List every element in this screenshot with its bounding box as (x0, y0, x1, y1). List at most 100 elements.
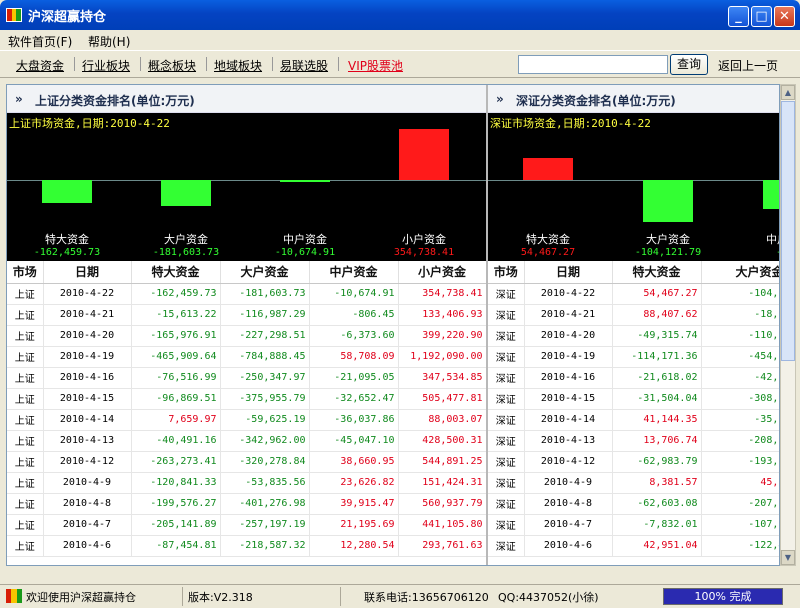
table-cell: 深证 (488, 325, 525, 347)
table-row[interactable]: 深证2010-4-16-21,618.02-42,399.57 (488, 367, 779, 389)
table-row[interactable]: 上证 2010-4-20 -165,976.91 -227,298.51 -6,373.… (7, 325, 486, 347)
maximize-button[interactable]: □ (751, 6, 772, 27)
table-row[interactable]: 深证2010-4-2254,467.27-104,121.79 (488, 283, 779, 305)
table-cell: 2010-4-6 (43, 535, 132, 557)
bar-value-label: 354,738.41 (393, 247, 455, 258)
table-cell: 2010-4-20 (43, 325, 132, 347)
column-header[interactable]: 大户资金 (701, 261, 779, 284)
table-cell: -375,955.79 (220, 388, 310, 410)
table-row[interactable]: 深证2010-4-1441,144.35-35,745.63 (488, 409, 779, 431)
search-input[interactable] (518, 55, 668, 74)
table-cell: 深证 (488, 346, 525, 368)
nav-industry-sector[interactable]: 行业板块 (82, 57, 130, 74)
table-cell: -250,347.97 (220, 367, 310, 389)
table-cell: 560,937.79 (398, 493, 486, 515)
table-cell: 23,626.82 (309, 472, 399, 494)
table-cell: -120,841.33 (131, 472, 221, 494)
table-cell: 2010-4-9 (524, 472, 613, 494)
table-row[interactable]: 深证2010-4-12-62,983.79-193,014.49 (488, 451, 779, 473)
column-header[interactable]: 中户资金 (309, 261, 399, 284)
phone-text: 联系电话:13656706120 (364, 591, 489, 604)
table-row[interactable]: 上证 2010-4-12 -263,273.41 -320,278.84 38,660.… (7, 451, 486, 473)
table-cell: 深证 (488, 514, 525, 536)
table-row[interactable]: 上证 2010-4-16 -76,516.99 -250,347.97 -21,095.… (7, 367, 486, 389)
table-row[interactable]: 上证 2010-4-9 -120,841.33 -53,835.56 23,626.82… (7, 472, 486, 494)
table-row[interactable]: 上证 2010-4-22 -162,459.73 -181,603.73 -10,674… (7, 283, 486, 305)
shenzhen-panel: » 深证分类资金排名(单位:万元) 深证市场资金,日期:2010-4-22 特大… (488, 85, 779, 565)
table-cell: -122,475.57 (701, 535, 779, 557)
table-cell: 2010-4-14 (524, 409, 613, 431)
table-cell: -15,613.22 (131, 304, 221, 326)
table-row[interactable]: 上证 2010-4-7 -205,141.89 -257,197.19 21,195.6… (7, 514, 486, 536)
column-header[interactable]: 特大资金 (131, 261, 221, 284)
table-cell: -76,516.99 (131, 367, 221, 389)
table-cell: -165,976.91 (131, 325, 221, 347)
table-row[interactable]: 深证2010-4-1313,706.74-208,675.13 (488, 430, 779, 452)
chart-title: 深证市场资金,日期:2010-4-22 (490, 117, 651, 130)
table-row[interactable]: 上证 2010-4-14 7,659.97 -59,625.19 -36,037.86 8… (7, 409, 486, 431)
scroll-thumb[interactable] (781, 101, 795, 361)
nav-stock-picker[interactable]: 易联选股 (280, 57, 328, 74)
table-row[interactable]: 深证2010-4-8-62,603.08-207,249.26 (488, 493, 779, 515)
column-header[interactable]: 特大资金 (612, 261, 702, 284)
vertical-scrollbar[interactable]: ▲ ▼ (780, 84, 796, 566)
table-row[interactable]: 深证2010-4-642,951.04-122,475.57 (488, 535, 779, 557)
table-cell: 2010-4-19 (43, 346, 132, 368)
table-row[interactable]: 上证 2010-4-19 -465,909.64 -784,888.45 58,708.… (7, 346, 486, 368)
column-header[interactable]: 小户资金 (398, 261, 486, 284)
table-row[interactable]: 深证2010-4-15-31,504.04-308,761.57 (488, 388, 779, 410)
close-button[interactable]: ✕ (774, 6, 795, 27)
column-header[interactable]: 大户资金 (220, 261, 310, 284)
toolbar: 大盘资金 行业板块 概念板块 地域板块 易联选股 VIP股票池 查询 返回上一页 (0, 50, 800, 78)
table-cell: 441,105.80 (398, 514, 486, 536)
table-row[interactable]: 深证2010-4-20-49,315.74-110,155.29 (488, 325, 779, 347)
nav-region-sector[interactable]: 地域板块 (214, 57, 262, 74)
table-cell: 7,659.97 (131, 409, 221, 431)
table-row[interactable]: 深证2010-4-98,381.5745,360.34 (488, 472, 779, 494)
query-button[interactable]: 查询 (670, 54, 708, 75)
scroll-up-icon[interactable]: ▲ (781, 85, 795, 100)
table-cell: -116,987.29 (220, 304, 310, 326)
table-row[interactable]: 深证2010-4-2188,407.62-18,306.53 (488, 304, 779, 326)
column-header[interactable]: 日期 (43, 261, 132, 284)
menu-bar: 软件首页(F) 帮助(H) (0, 30, 800, 50)
table-cell: 399,220.90 (398, 325, 486, 347)
menu-item-help[interactable]: 帮助(H) (88, 33, 130, 50)
table-cell: -21,618.02 (612, 367, 702, 389)
status-divider (340, 587, 341, 606)
back-button[interactable]: 返回上一页 (718, 57, 778, 74)
nav-concept-sector[interactable]: 概念板块 (148, 57, 196, 74)
table-cell: -53,835.56 (220, 472, 310, 494)
column-header[interactable]: 市场 (488, 261, 525, 284)
column-header[interactable]: 日期 (524, 261, 613, 284)
table-cell: -193,014.49 (701, 451, 779, 473)
app-icon (6, 8, 22, 22)
table-row[interactable]: 上证 2010-4-15 -96,869.51 -375,955.79 -32,652.… (7, 388, 486, 410)
title-bar: 沪深超赢持仓 _ □ ✕ (0, 0, 800, 30)
table-cell: 深证 (488, 451, 525, 473)
nav-market-funds[interactable]: 大盘资金 (16, 57, 64, 74)
table-row[interactable]: 上证 2010-4-21 -15,613.22 -116,987.29 -806.45 1… (7, 304, 486, 326)
bar-category-label: 特大资金 (526, 233, 570, 246)
table-cell: 上证 (7, 472, 44, 494)
scroll-down-icon[interactable]: ▼ (781, 550, 795, 565)
table-row[interactable]: 深证2010-4-19-114,171.36-454,641.14 (488, 346, 779, 368)
menu-item-home[interactable]: 软件首页(F) (8, 33, 72, 50)
version-text: 版本:V2.318 (188, 591, 253, 604)
minimize-button[interactable]: _ (728, 6, 749, 27)
bar-category-label: 中户资金 (283, 233, 327, 246)
table-row[interactable]: 上证 2010-4-6 -87,454.81 -218,587.32 12,280.54… (7, 535, 486, 557)
shanghai-funds-table: 市场 日期 特大资金 大户资金 中户资金 小户资金 上证 2010-4-22 -162,459… (7, 261, 486, 557)
table-cell: -107,975.57 (701, 514, 779, 536)
status-divider (182, 587, 183, 606)
table-cell: 2010-4-13 (43, 430, 132, 452)
table-row[interactable]: 上证 2010-4-8 -199,576.27 -401,276.98 39,915.4… (7, 493, 486, 515)
table-cell: 2010-4-22 (43, 283, 132, 305)
table-cell: 上证 (7, 325, 44, 347)
nav-vip-stock-pool[interactable]: VIP股票池 (348, 57, 403, 74)
column-header[interactable]: 市场 (7, 261, 44, 284)
bar-category-label: 大户资金 (164, 233, 208, 246)
table-row[interactable]: 深证2010-4-7-7,832.01-107,975.57 (488, 514, 779, 536)
table-row[interactable]: 上证 2010-4-13 -40,491.16 -342,962.00 -45,047.… (7, 430, 486, 452)
table-cell: 293,761.63 (398, 535, 486, 557)
